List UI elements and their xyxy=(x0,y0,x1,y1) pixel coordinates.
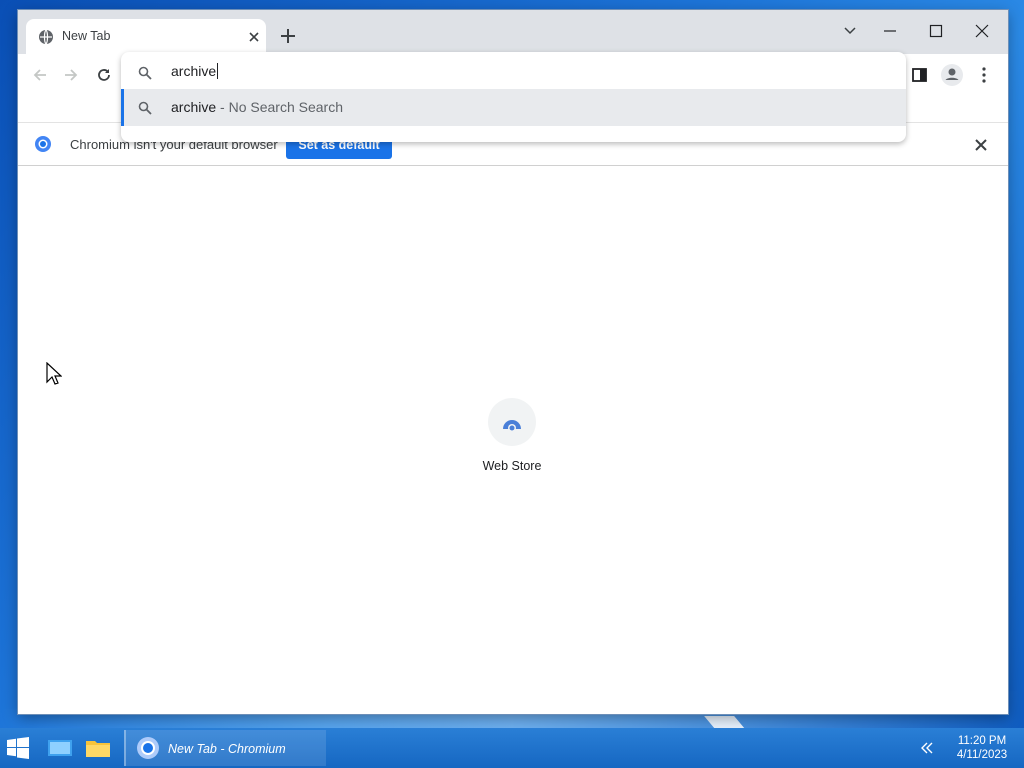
close-icon[interactable] xyxy=(245,28,263,46)
close-icon[interactable] xyxy=(972,136,990,154)
new-tab-page: Web Store xyxy=(18,166,1008,714)
browser-window: New Tab archive archive - No Search Sear… xyxy=(18,10,1008,714)
window-close-icon[interactable] xyxy=(960,16,1006,46)
web-store-shortcut[interactable] xyxy=(488,398,536,446)
clock-time: 11:20 PM xyxy=(957,735,1007,747)
omnibox-query-text: archive xyxy=(171,63,217,79)
task-view-icon[interactable] xyxy=(46,734,74,762)
omnibox-input[interactable]: archive xyxy=(171,63,219,79)
chrome-icon xyxy=(136,736,160,760)
windows-start-icon[interactable] xyxy=(6,736,30,760)
mouse-cursor-icon xyxy=(46,361,63,386)
suggestion-query: archive xyxy=(171,99,217,115)
chromium-logo-icon xyxy=(34,135,52,153)
web-store-label: Web Store xyxy=(482,459,542,473)
forward-icon[interactable] xyxy=(57,61,85,89)
menu-icon[interactable] xyxy=(970,61,998,89)
new-tab-icon[interactable] xyxy=(278,26,298,46)
minimize-icon[interactable] xyxy=(868,16,914,46)
text-caret xyxy=(217,63,219,79)
system-clock[interactable]: 11:20 PM 4/11/2023 xyxy=(946,734,1018,762)
back-icon[interactable] xyxy=(26,61,54,89)
tab-title: New Tab xyxy=(62,29,111,43)
maximize-icon[interactable] xyxy=(914,16,960,46)
taskbar: New Tab - Chromium 11:20 PM 4/11/2023 xyxy=(0,728,1024,768)
suggestion-text: archive - No Search Search xyxy=(171,99,343,115)
taskbar-app-label: New Tab - Chromium xyxy=(168,742,286,756)
taskbar-app-chromium[interactable]: New Tab - Chromium xyxy=(124,730,326,766)
search-icon xyxy=(137,65,153,81)
reload-icon[interactable] xyxy=(90,61,118,89)
file-explorer-icon[interactable] xyxy=(84,734,112,762)
tab-new-tab[interactable]: New Tab xyxy=(26,19,266,54)
suggestion-suffix: - No Search Search xyxy=(216,99,343,115)
side-panel-icon[interactable] xyxy=(906,61,934,89)
title-bar: New Tab xyxy=(18,10,1008,54)
clock-date: 4/11/2023 xyxy=(956,749,1008,761)
search-icon xyxy=(137,100,153,116)
profile-icon[interactable] xyxy=(938,61,966,89)
suggestion-row[interactable]: archive - No Search Search xyxy=(121,89,906,126)
globe-icon xyxy=(38,29,54,45)
omnibox-dropdown: archive archive - No Search Search xyxy=(121,52,906,142)
web-store-icon xyxy=(503,420,521,432)
chevron-left-icon[interactable] xyxy=(918,740,936,756)
